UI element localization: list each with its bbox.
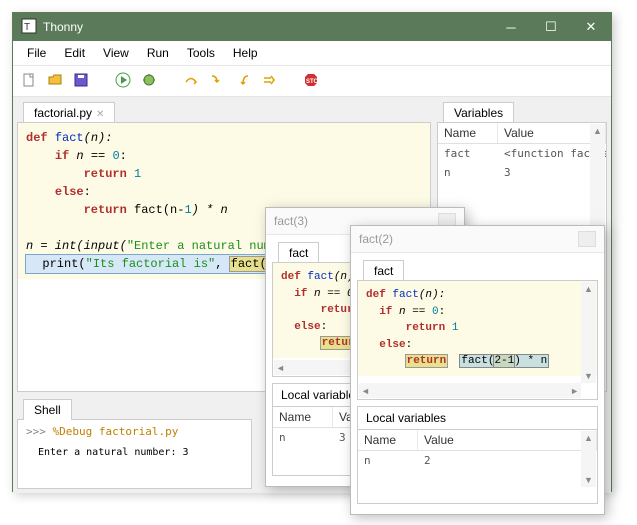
frame-popup-fact2: fact(2) fact def fact(n): if n == 0: ret… <box>350 225 605 515</box>
variables-header: Name Value <box>438 123 606 144</box>
svg-text:STOP: STOP <box>306 79 319 85</box>
shell-panel[interactable]: >>> %Debug factorial.py Enter a natural … <box>17 419 252 489</box>
editor-tab[interactable]: factorial.py ✕ <box>23 102 115 123</box>
new-file-button[interactable] <box>19 70 39 90</box>
shell-output: Enter a natural number: 3 <box>26 441 243 460</box>
scroll-up-icon[interactable]: ▲ <box>591 124 604 138</box>
menu-view[interactable]: View <box>95 44 137 62</box>
frame-code-tab[interactable]: fact <box>363 260 404 281</box>
menubar: File Edit View Run Tools Help <box>13 41 611 66</box>
app-title: Thonny <box>43 20 491 34</box>
editor-tab-label: factorial.py <box>34 106 92 120</box>
svg-text:T: T <box>24 22 30 33</box>
titlebar: T Thonny ─ ☐ ✕ <box>13 13 611 41</box>
eval-expr-highlight: return <box>406 355 448 367</box>
step-over-button[interactable] <box>181 70 201 90</box>
app-icon: T <box>21 18 37 37</box>
shell-tab[interactable]: Shell <box>23 399 72 420</box>
variables-tab[interactable]: Variables <box>443 102 514 123</box>
variable-row[interactable]: n 3 <box>438 163 606 182</box>
frame-code-tab[interactable]: fact <box>278 242 319 263</box>
eval-subexpr-highlight: fact(2-1) * n <box>460 355 548 367</box>
frame-code-panel: def fact(n): if n == 0: return 1 else: r… <box>357 280 598 400</box>
current-line-highlight: print("Its factorial is", fact(3)) <box>26 255 306 273</box>
frame-title: fact(2) <box>359 232 393 246</box>
local-vars-title: Local variables <box>357 406 598 429</box>
scrollbar-v[interactable]: ▲▼ <box>581 282 596 383</box>
menu-help[interactable]: Help <box>225 44 266 62</box>
close-tab-icon[interactable]: ✕ <box>96 109 104 120</box>
stop-button[interactable]: STOP <box>301 70 321 90</box>
variable-row[interactable]: n2 <box>358 451 597 470</box>
col-name: Name <box>438 123 498 143</box>
editor-tabs: factorial.py ✕ <box>17 101 431 122</box>
toolbar: STOP <box>13 66 611 97</box>
debug-button[interactable] <box>139 70 159 90</box>
menu-edit[interactable]: Edit <box>56 44 93 62</box>
scrollbar-v[interactable]: ▲▼ <box>581 431 596 487</box>
shell-prompt: >>> <box>26 425 46 438</box>
frame-code[interactable]: def fact(n): if n == 0: return 1 else: r… <box>358 281 597 376</box>
menu-tools[interactable]: Tools <box>179 44 223 62</box>
step-into-button[interactable] <box>207 70 227 90</box>
open-file-button[interactable] <box>45 70 65 90</box>
scrollbar-h[interactable]: ◄► <box>359 383 581 398</box>
frame-titlebar[interactable]: fact(2) <box>351 226 604 253</box>
step-out-button[interactable] <box>233 70 253 90</box>
maximize-button[interactable]: ☐ <box>531 13 571 41</box>
variable-row[interactable]: fact <function fact a <box>438 144 606 163</box>
shell-command: %Debug factorial.py <box>53 425 179 438</box>
close-button[interactable]: ✕ <box>571 13 611 41</box>
local-vars-panel: NameValue n2 ▲▼ <box>357 429 598 504</box>
frame-title: fact(3) <box>274 214 308 228</box>
save-file-button[interactable] <box>71 70 91 90</box>
menu-run[interactable]: Run <box>139 44 177 62</box>
minimize-button[interactable]: ─ <box>491 13 531 41</box>
resume-button[interactable] <box>259 70 279 90</box>
run-button[interactable] <box>113 70 133 90</box>
frame-close-button[interactable] <box>578 231 596 247</box>
menu-file[interactable]: File <box>19 44 54 62</box>
